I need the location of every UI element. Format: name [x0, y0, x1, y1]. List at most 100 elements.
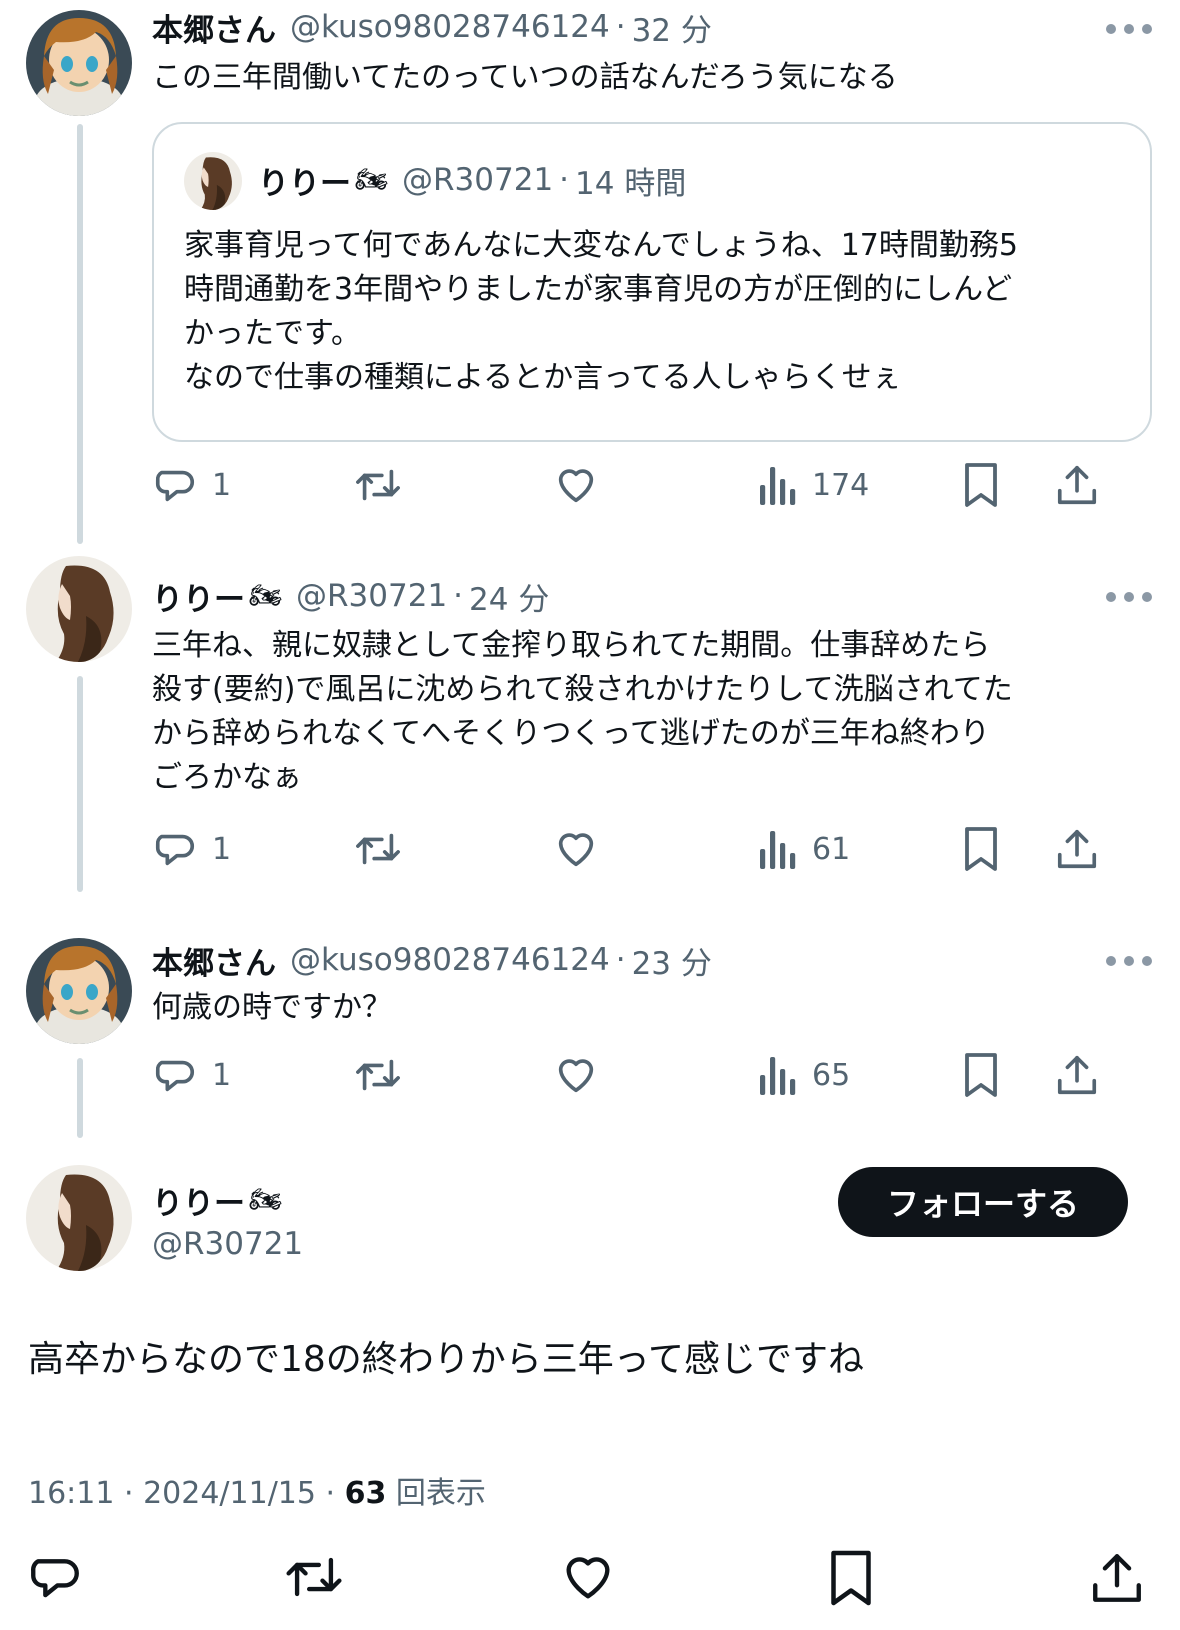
- quote-avatar: [184, 152, 242, 210]
- separator-dot: ·: [615, 9, 626, 45]
- bookmark-button[interactable]: [826, 1548, 876, 1612]
- motorcycle-emoji: 🏍: [249, 1185, 283, 1215]
- quote-author-name: りりー: [258, 165, 351, 202]
- main-author-handle-row: @R30721: [152, 1222, 303, 1266]
- bookmark-button[interactable]: [960, 458, 1002, 512]
- main-post-actions: [0, 1548, 1180, 1618]
- bookmark-icon: [965, 827, 997, 871]
- retweet-button[interactable]: [352, 458, 404, 512]
- thread-line: [77, 124, 83, 544]
- author-handle[interactable]: @kuso98028746124: [290, 9, 610, 45]
- post-timestamp[interactable]: 16:11 · 2024/11/15 ·: [28, 1476, 345, 1511]
- reply-button[interactable]: 1: [152, 822, 231, 876]
- retweet-arrows-icon: [356, 833, 400, 865]
- more-options-icon[interactable]: [1106, 954, 1152, 968]
- retweet-arrows-icon: [356, 1059, 400, 1091]
- heart-icon: [558, 469, 594, 503]
- retweet-arrows-icon: [286, 1557, 342, 1597]
- post-header: りりー 🏍 @R30721 · 24 分: [152, 574, 549, 618]
- share-button[interactable]: [1054, 822, 1100, 876]
- quote-header: りりー 🏍 @R30721 · 14 時間: [258, 158, 686, 202]
- heart-icon: [558, 1059, 594, 1093]
- like-button[interactable]: [552, 822, 600, 876]
- post-actions: 1 65: [152, 1048, 1152, 1102]
- bookmark-button[interactable]: [960, 1048, 1002, 1102]
- author-name[interactable]: 本郷さん: [152, 938, 276, 983]
- post-time[interactable]: 24 分: [469, 574, 549, 619]
- share-upload-icon: [1057, 1055, 1097, 1095]
- views-button[interactable]: 174: [758, 458, 869, 512]
- views-count: 65: [812, 1057, 851, 1093]
- share-upload-icon: [1057, 829, 1097, 869]
- view-count: 63: [344, 1476, 387, 1511]
- reply-bubble-icon: [155, 834, 195, 866]
- main-post-text: 高卒からなので18の終わりから三年って感じですね: [28, 1339, 865, 1380]
- author-name[interactable]: 本郷さん: [152, 5, 276, 50]
- bar-chart-icon: [760, 1057, 796, 1095]
- post-actions: 1 174: [152, 458, 1152, 512]
- reply-count: 1: [212, 467, 232, 503]
- avatar[interactable]: [26, 1165, 132, 1271]
- post-text: この三年間働いてたのっていつの話なんだろう気になる: [152, 60, 898, 95]
- author-handle[interactable]: @kuso98028746124: [290, 942, 610, 978]
- quoted-post[interactable]: りりー 🏍 @R30721 · 14 時間 家事育児って何であんなに大変なんでし…: [152, 122, 1152, 442]
- post-text: 三年ね、親に奴隷として金搾り取られてた期間。仕事辞めたら 殺す(要約)で風呂に沈…: [152, 628, 1013, 795]
- like-button[interactable]: [552, 458, 600, 512]
- heart-icon: [566, 1557, 610, 1599]
- bookmark-icon: [965, 463, 997, 507]
- share-upload-icon: [1093, 1554, 1141, 1602]
- bookmark-button[interactable]: [960, 822, 1002, 876]
- retweet-button[interactable]: [282, 1548, 346, 1610]
- views-button[interactable]: 65: [758, 1048, 850, 1102]
- post-header: 本郷さん @kuso98028746124 · 23 分: [152, 938, 712, 982]
- motorcycle-emoji: 🏍: [355, 165, 389, 195]
- like-button[interactable]: [552, 1048, 600, 1102]
- share-button[interactable]: [1054, 1048, 1100, 1102]
- reply-bubble-icon: [155, 470, 195, 502]
- author-name[interactable]: りりー: [152, 574, 245, 619]
- author-handle[interactable]: @R30721: [296, 578, 447, 614]
- quote-time: 14 時間: [575, 165, 687, 202]
- quote-text: 家事育児って何であんなに大変なんでしょうね、17時間勤務5 時間通勤を3年間やり…: [184, 228, 1018, 395]
- follow-button[interactable]: フォローする: [838, 1167, 1128, 1237]
- heart-icon: [558, 833, 594, 867]
- separator-dot: ·: [615, 942, 626, 978]
- avatar[interactable]: [26, 10, 132, 116]
- author-name[interactable]: りりー: [152, 1178, 245, 1223]
- thread-line: [77, 1058, 83, 1138]
- thread-line: [77, 676, 83, 892]
- author-handle[interactable]: @R30721: [152, 1226, 303, 1262]
- views-count: 174: [812, 467, 870, 503]
- retweet-button[interactable]: [352, 1048, 404, 1102]
- reply-button[interactable]: 1: [152, 458, 231, 512]
- post-actions: 1 61: [152, 822, 1152, 876]
- bar-chart-icon: [760, 467, 796, 505]
- share-button[interactable]: [1054, 458, 1100, 512]
- reply-button[interactable]: 1: [152, 1048, 231, 1102]
- bookmark-icon: [831, 1550, 871, 1606]
- post-time[interactable]: 32 分: [632, 5, 712, 50]
- separator-dot: ·: [559, 162, 570, 198]
- main-author-name-row: りりー 🏍: [152, 1178, 282, 1222]
- post-header: 本郷さん @kuso98028746124 · 32 分: [152, 5, 712, 49]
- views-label: 回表示: [386, 1476, 486, 1511]
- views-button[interactable]: 61: [758, 822, 850, 876]
- reply-button[interactable]: [26, 1548, 84, 1610]
- post-time[interactable]: 23 分: [632, 938, 712, 983]
- bar-chart-icon: [760, 831, 796, 869]
- post-text: 何歳の時ですか？: [152, 990, 392, 1025]
- reply-bubble-icon: [31, 1559, 79, 1598]
- retweet-arrows-icon: [356, 469, 400, 501]
- share-upload-icon: [1057, 465, 1097, 505]
- motorcycle-emoji: 🏍: [249, 581, 283, 611]
- reply-bubble-icon: [155, 1060, 195, 1092]
- views-count: 61: [812, 831, 851, 867]
- more-options-icon[interactable]: [1106, 590, 1152, 604]
- share-button[interactable]: [1088, 1548, 1146, 1612]
- avatar[interactable]: [26, 938, 132, 1044]
- avatar[interactable]: [26, 556, 132, 662]
- more-options-icon[interactable]: [1106, 22, 1152, 36]
- reply-count: 1: [212, 831, 232, 867]
- like-button[interactable]: [558, 1548, 618, 1610]
- retweet-button[interactable]: [352, 822, 404, 876]
